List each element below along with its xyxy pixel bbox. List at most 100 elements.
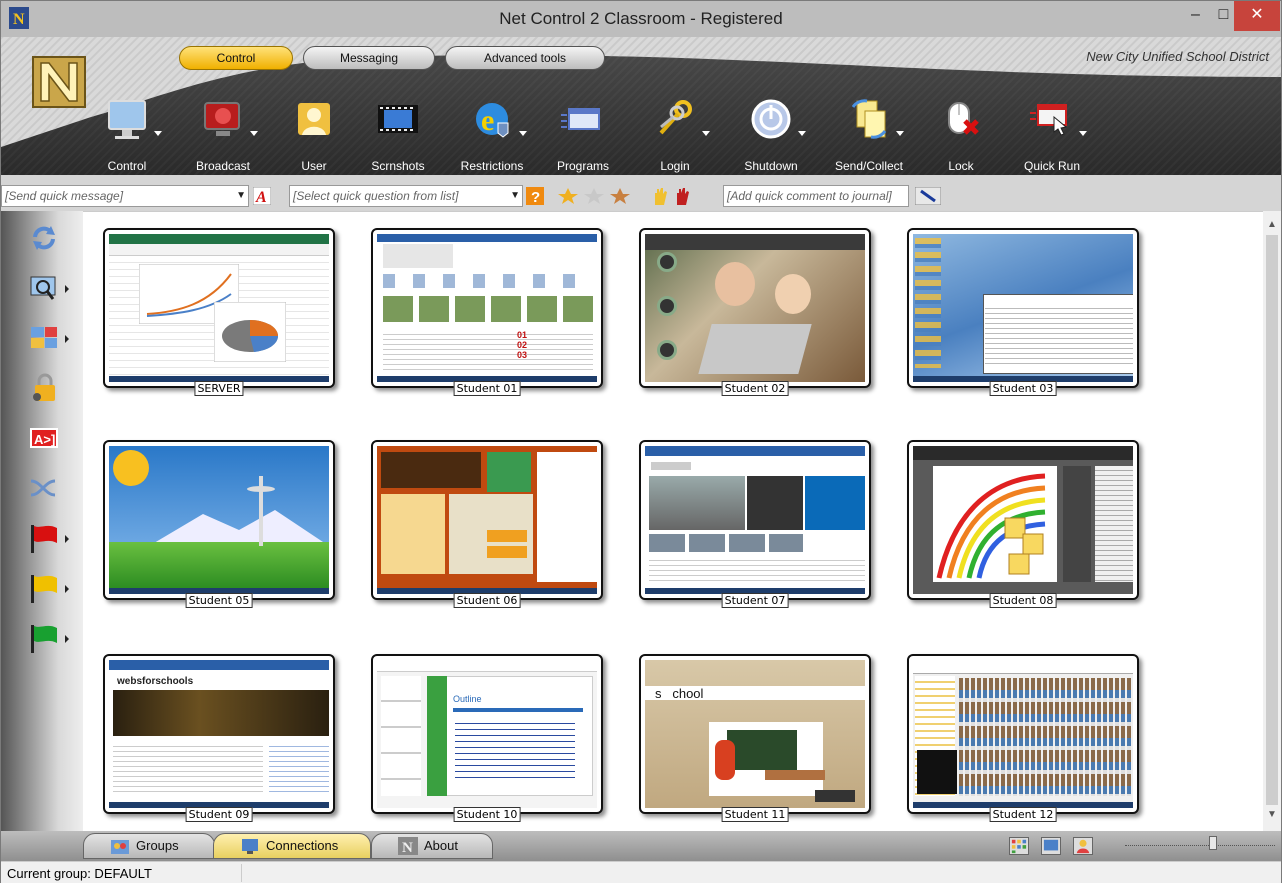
broadcast-dropdown-icon[interactable] <box>250 131 258 136</box>
user-icon <box>298 103 330 135</box>
restrictions-dropdown-icon[interactable] <box>519 131 527 136</box>
chevron-down-icon[interactable]: ▼ <box>510 186 520 206</box>
student-tile-03[interactable]: Student 03 <box>907 228 1139 396</box>
refresh-icon[interactable] <box>29 223 59 253</box>
sidebar: A>] <box>1 211 83 831</box>
quick-message-input[interactable]: [Send quick message] ▼ <box>1 185 249 207</box>
scroll-up-icon[interactable]: ▲ <box>1263 219 1281 230</box>
tab-about[interactable]: N About <box>371 833 493 859</box>
star-bronze-icon[interactable] <box>609 187 631 205</box>
yellow-flag-icon[interactable] <box>29 573 69 603</box>
tool-screenshots-button[interactable]: Scrnshots <box>353 97 443 177</box>
star-gold-icon[interactable] <box>557 187 579 205</box>
tool-label: Login <box>660 159 690 173</box>
student-tile-09[interactable]: websforschools Student 09 <box>103 654 335 822</box>
quick-run-dropdown-icon[interactable] <box>1079 131 1087 136</box>
tab-messaging[interactable]: Messaging <box>303 46 435 70</box>
student-name-label: Student 12 <box>989 807 1057 822</box>
screen-thumbnail <box>645 234 865 382</box>
groups-icon <box>111 840 129 854</box>
tool-quick-run-button[interactable]: Quick Run <box>1007 97 1097 177</box>
tool-programs-button[interactable]: Programs <box>538 97 628 177</box>
window-title: Net Control 2 Classroom - Registered <box>499 9 783 28</box>
student-tile-12[interactable]: Student 12 <box>907 654 1139 822</box>
tool-label: Lock <box>948 159 974 173</box>
layout-icon[interactable] <box>29 323 69 353</box>
control-dropdown-icon[interactable] <box>154 131 162 136</box>
power-icon <box>751 99 791 139</box>
current-group-status: Current group: DEFAULT <box>7 866 152 881</box>
student-tile-07[interactable]: Student 07 <box>639 440 871 608</box>
shuffle-icon[interactable] <box>29 473 59 503</box>
tab-advanced-tools[interactable]: Advanced tools <box>445 46 605 70</box>
pen-icon[interactable] <box>915 187 941 205</box>
screen-view-icon[interactable] <box>1041 837 1061 855</box>
close-button[interactable]: ✕ <box>1234 1 1280 31</box>
tool-lock-button[interactable]: Lock <box>916 97 1006 177</box>
green-flag-icon[interactable] <box>29 623 69 653</box>
question-icon[interactable]: ? <box>526 187 544 205</box>
quick-question-select[interactable]: [Select quick question from list] ▼ <box>289 185 523 207</box>
screen-thumbnail: 01 02 03 <box>377 234 597 382</box>
student-tile-08[interactable]: Student 08 <box>907 440 1139 608</box>
tool-login-button[interactable]: Login <box>630 97 720 177</box>
red-flag-icon[interactable] <box>29 523 69 553</box>
screen-thumbnail <box>913 234 1133 382</box>
scroll-down-icon[interactable]: ▼ <box>1263 809 1281 820</box>
tool-label: Restrictions <box>460 159 524 173</box>
font-icon[interactable]: A <box>253 187 271 205</box>
tool-shutdown-button[interactable]: Shutdown <box>726 97 816 177</box>
journal-comment-input[interactable]: [Add quick comment to journal] <box>723 185 909 207</box>
student-tile-06[interactable]: Student 06 <box>371 440 603 608</box>
screen-thumbnail: websforschools <box>109 660 329 808</box>
tool-broadcast-button[interactable]: Broadcast <box>178 97 268 177</box>
user-view-icon[interactable] <box>1073 837 1093 855</box>
tool-restrictions-button[interactable]: e Restrictions <box>447 97 537 177</box>
tool-user-button[interactable]: User <box>269 97 359 177</box>
student-name-label: Student 07 <box>721 593 789 608</box>
send-collect-dropdown-icon[interactable] <box>896 131 904 136</box>
grid-view-icon[interactable] <box>1009 837 1029 855</box>
student-name-label: Student 02 <box>721 381 789 396</box>
tool-send-collect-button[interactable]: Send/Collect <box>824 97 914 177</box>
lock-user-icon[interactable] <box>29 373 59 403</box>
student-tile-01[interactable]: 01 02 03 Student 01 <box>371 228 603 396</box>
search-screen-icon[interactable] <box>29 273 69 303</box>
tool-label: Programs <box>556 159 609 173</box>
journal-placeholder: [Add quick comment to journal] <box>727 189 892 203</box>
chevron-down-icon[interactable]: ▼ <box>236 186 246 206</box>
tab-groups[interactable]: Groups <box>83 833 215 859</box>
brand-logo-icon <box>32 56 86 108</box>
student-tile-02[interactable]: Student 02 <box>639 228 871 396</box>
about-logo-icon: N <box>398 837 418 855</box>
star-silver-icon[interactable] <box>583 187 605 205</box>
ribbon: Control Messaging Advanced tools New Cit… <box>1 37 1281 211</box>
student-name-label: Student 08 <box>989 593 1057 608</box>
screen-thumbnail: s chool <box>645 660 865 808</box>
connections-icon <box>242 839 258 854</box>
student-tile-05[interactable]: Student 05 <box>103 440 335 608</box>
student-name-label: Student 11 <box>721 807 789 822</box>
tool-label: Shutdown <box>744 159 798 173</box>
tab-connections[interactable]: Connections <box>213 833 371 859</box>
scrollbar-thumb[interactable] <box>1266 235 1278 805</box>
vertical-scrollbar[interactable]: ▲ ▼ <box>1263 211 1281 831</box>
raise-hand-icon[interactable] <box>651 187 669 205</box>
internet-explorer-icon: e <box>476 103 509 138</box>
screen-thumbnail <box>377 446 597 594</box>
student-name-label: Student 10 <box>453 807 521 822</box>
student-tile-server[interactable]: SERVER <box>103 228 335 396</box>
student-tile-11[interactable]: s chool Student 11 <box>639 654 871 822</box>
title-bar: N Net Control 2 Classroom - Registered –… <box>1 1 1281 37</box>
text-icon[interactable]: A>] <box>29 423 59 453</box>
zoom-slider[interactable] <box>1125 836 1275 850</box>
lower-hand-icon[interactable] <box>673 187 691 205</box>
zoom-slider-knob[interactable] <box>1209 836 1217 850</box>
shutdown-dropdown-icon[interactable] <box>798 131 806 136</box>
tool-control-button[interactable]: Control <box>82 97 172 177</box>
student-name-label: Student 01 <box>453 381 521 396</box>
tab-control[interactable]: Control <box>179 46 293 70</box>
screen-thumbnail <box>109 446 329 594</box>
student-tile-10[interactable]: Outline Student 10 <box>371 654 603 822</box>
login-dropdown-icon[interactable] <box>702 131 710 136</box>
